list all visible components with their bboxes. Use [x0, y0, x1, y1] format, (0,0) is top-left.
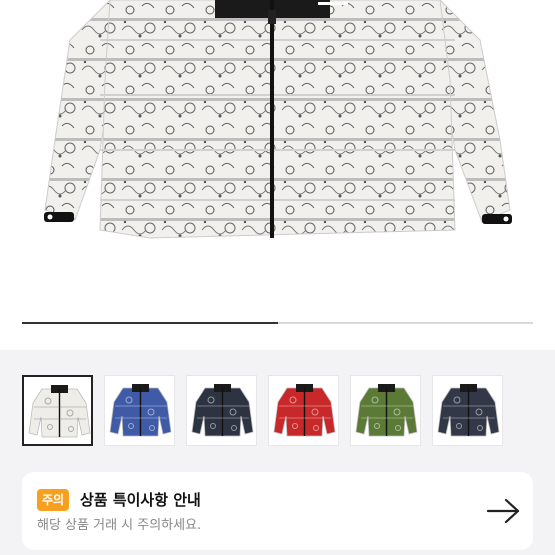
jacket-thumbnail-image — [191, 384, 254, 437]
warning-badge: 주의 — [37, 489, 70, 511]
gallery-progress-track — [22, 322, 533, 324]
jacket-thumbnail-image — [28, 385, 91, 438]
thumbnail-white-bandana-jacket[interactable] — [22, 375, 93, 446]
jacket-thumbnail-image — [355, 384, 418, 437]
thumbnail-camo-bandana-jacket[interactable] — [350, 375, 421, 446]
thumbnail-red-bandana-jacket[interactable] — [268, 375, 339, 446]
product-image[interactable] — [0, 0, 555, 350]
notice-title: 상품 특이사항 안내 — [80, 491, 201, 509]
product-notice-card[interactable]: 주의 상품 특이사항 안내 해당 상품 거래 시 주의하세요. — [22, 472, 533, 550]
jacket-thumbnail-image — [109, 384, 172, 437]
jacket-thumbnail-image — [437, 384, 500, 437]
gallery-progress-fill — [22, 322, 278, 324]
notice-subtitle: 해당 상품 거래 시 주의하세요. — [37, 518, 202, 533]
thumbnail-black-bandana-jacket[interactable] — [186, 375, 257, 446]
thumbnail-navy-bandana-jacket[interactable] — [432, 375, 503, 446]
arrow-right-icon[interactable] — [487, 498, 521, 524]
thumbnail-blue-bandana-jacket[interactable] — [104, 375, 175, 446]
jacket-thumbnail-image — [273, 384, 336, 437]
jacket-illustration — [44, 0, 512, 239]
thumbnail-strip — [22, 375, 503, 446]
